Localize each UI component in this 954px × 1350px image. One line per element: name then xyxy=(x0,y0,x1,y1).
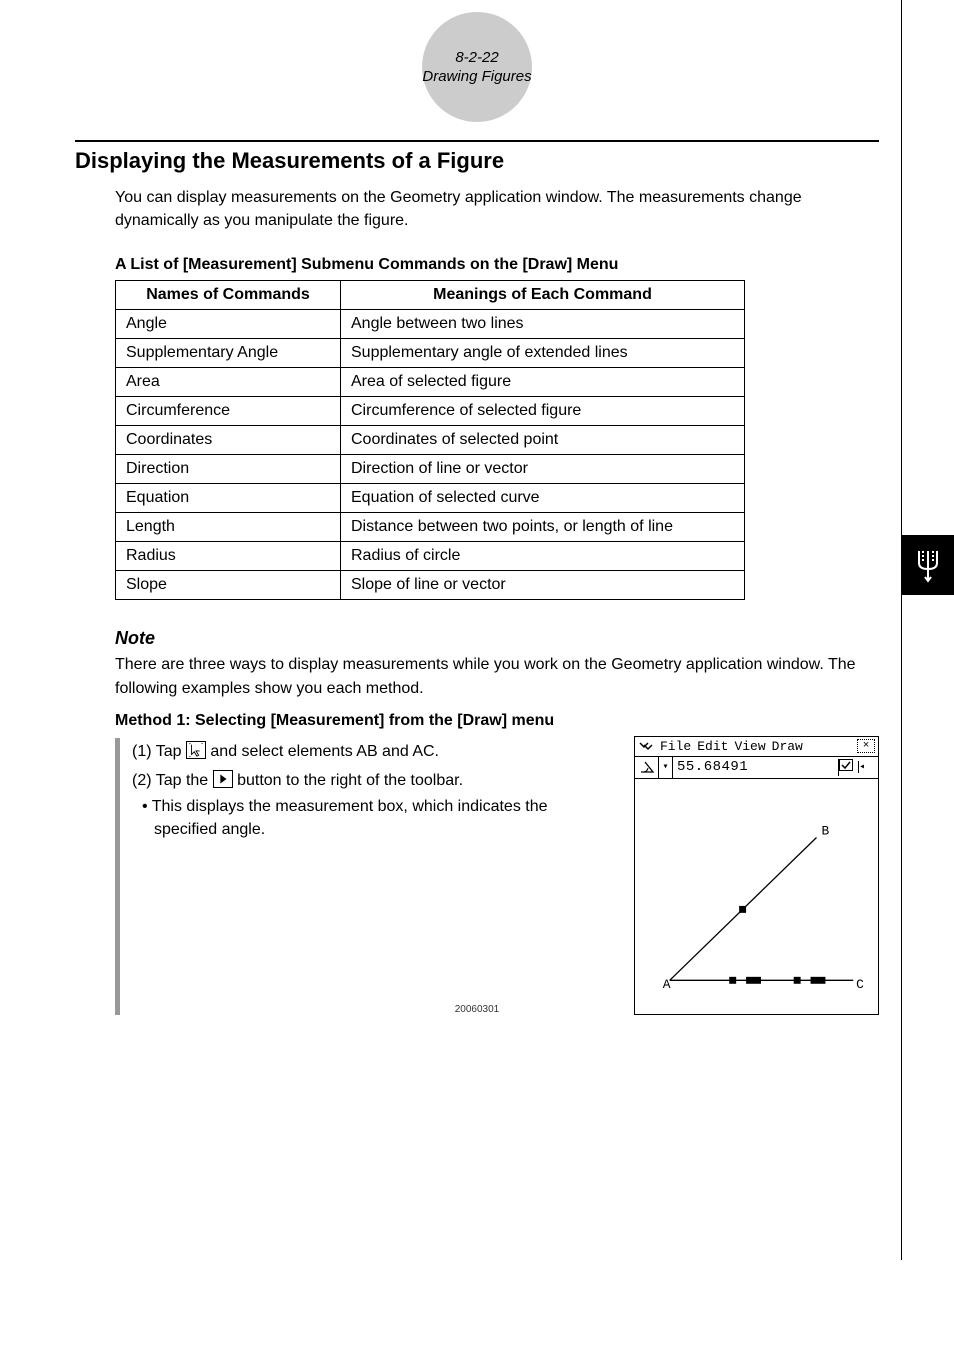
page-ref: 8-2-22 xyxy=(455,48,498,68)
table-row: CoordinatesCoordinates of selected point xyxy=(116,426,745,455)
section-intro: You can display measurements on the Geom… xyxy=(115,186,879,232)
note-body: There are three ways to display measurem… xyxy=(115,653,879,699)
menu-view[interactable]: View xyxy=(734,739,765,754)
page-header-badge: 8-2-22 Drawing Figures xyxy=(422,12,532,122)
point-c-label: C xyxy=(856,977,864,992)
trident-icon xyxy=(913,547,943,583)
point-a-label: A xyxy=(663,977,671,992)
select-tool-icon xyxy=(186,741,206,759)
menu-toggle-icon[interactable] xyxy=(638,739,654,753)
method1-step1: (1) Tap and select elements AB and AC. xyxy=(132,738,614,765)
confirm-icon[interactable] xyxy=(838,759,858,776)
collapse-icon[interactable]: ◂ xyxy=(858,761,878,773)
vertical-rule xyxy=(901,0,902,1260)
method-accent-bar xyxy=(115,738,120,1015)
table-row: Supplementary AngleSupplementary angle o… xyxy=(116,339,745,368)
method1-head: Method 1: Selecting [Measurement] from t… xyxy=(115,712,879,730)
method1-bullet: • This displays the measurement box, whi… xyxy=(154,796,614,841)
point-b-label: B xyxy=(821,823,829,838)
menu-draw[interactable]: Draw xyxy=(772,739,803,754)
measurement-value[interactable]: 55.68491 xyxy=(673,759,838,775)
table-row: EquationEquation of selected curve xyxy=(116,484,745,513)
table-row: AreaArea of selected figure xyxy=(116,368,745,397)
page-thumb-tab xyxy=(902,535,954,595)
geometry-canvas[interactable]: A B C xyxy=(635,779,878,1014)
table-header-row: Names of Commands Meanings of Each Comma… xyxy=(116,281,745,310)
menubar: File Edit View Draw × xyxy=(635,737,878,757)
angle-icon[interactable] xyxy=(635,757,659,778)
table-row: CircumferenceCircumference of selected f… xyxy=(116,397,745,426)
section-title: Displaying the Measurements of a Figure xyxy=(75,148,879,174)
toolbar: ▾ 55.68491 ◂ xyxy=(635,757,878,779)
section-rule xyxy=(75,140,879,142)
chapter-name: Drawing Figures xyxy=(422,67,531,87)
footer-code: 20060301 xyxy=(0,1004,954,1015)
menu-edit[interactable]: Edit xyxy=(697,739,728,754)
close-icon[interactable]: × xyxy=(857,739,875,753)
note-head: Note xyxy=(115,628,879,649)
table-head-right: Meanings of Each Command xyxy=(341,281,745,310)
table-row: LengthDistance between two points, or le… xyxy=(116,513,745,542)
calculator-screenshot: File Edit View Draw × ▾ 55.6 xyxy=(634,736,879,1015)
table-row: SlopeSlope of line or vector xyxy=(116,571,745,600)
menu-file[interactable]: File xyxy=(660,739,691,754)
table-head-left: Names of Commands xyxy=(116,281,341,310)
table-row: RadiusRadius of circle xyxy=(116,542,745,571)
method1-step2: (2) Tap the button to the right of the t… xyxy=(132,767,614,794)
toolbar-expand-icon xyxy=(213,770,233,788)
dropdown-icon[interactable]: ▾ xyxy=(659,757,673,778)
table-row: AngleAngle between two lines xyxy=(116,310,745,339)
table-row: DirectionDirection of line or vector xyxy=(116,455,745,484)
table-caption: A List of [Measurement] Submenu Commands… xyxy=(115,256,879,274)
commands-table: Names of Commands Meanings of Each Comma… xyxy=(115,280,745,600)
